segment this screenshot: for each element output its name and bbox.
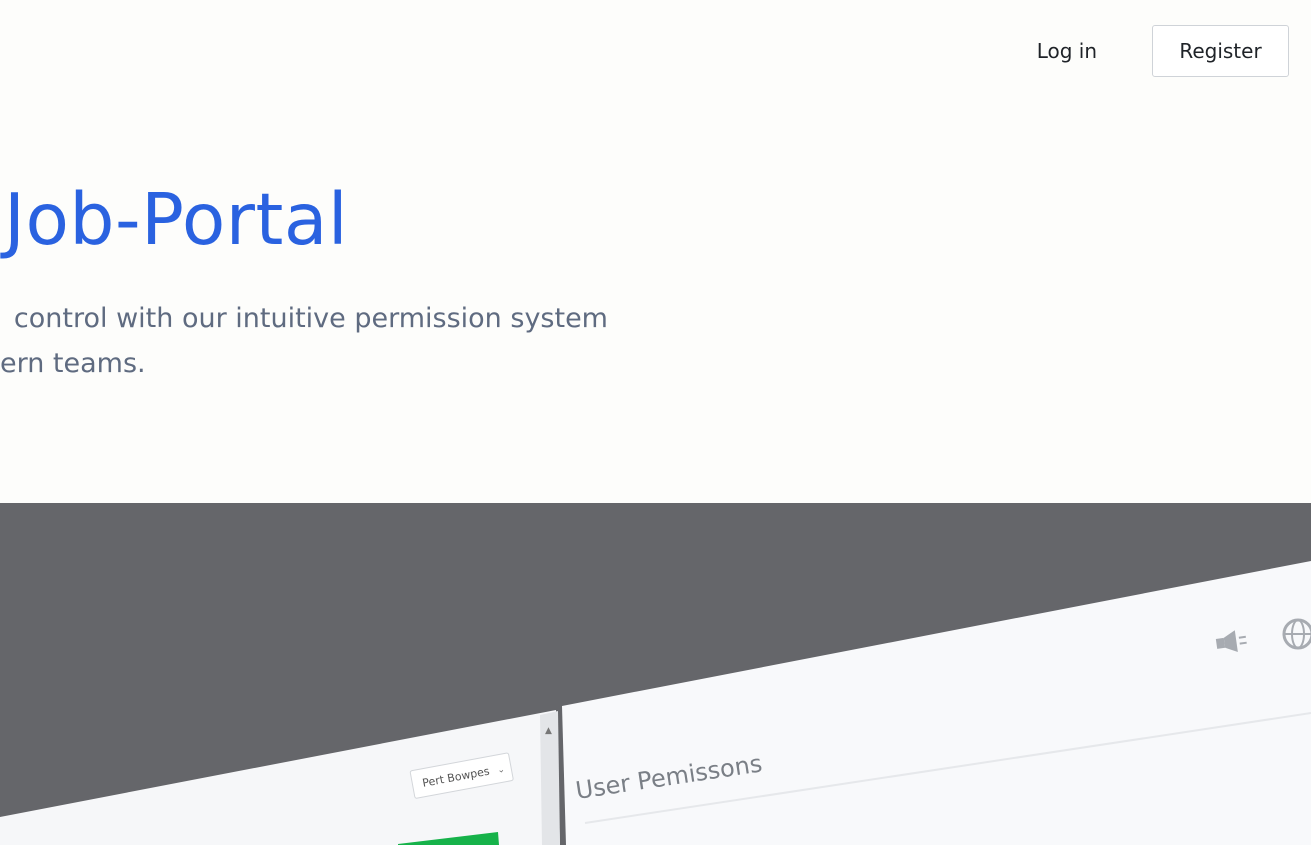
preview-right-window bbox=[562, 561, 1311, 845]
hero-subtitle-line-2: ern teams. bbox=[0, 348, 146, 379]
register-button[interactable]: Register bbox=[1152, 25, 1289, 77]
login-link[interactable]: Log in bbox=[1037, 39, 1097, 63]
landing-page: Log in Register Job-Portal control with … bbox=[0, 0, 1311, 845]
hero-title: Job-Portal bbox=[4, 178, 349, 261]
hero-subtitle: control with our intuitive permission sy… bbox=[0, 296, 608, 386]
app-preview-illustration: ▲ Pert Bowpes ⌄ User Pemissons bbox=[0, 561, 1311, 845]
top-nav: Log in Register bbox=[1037, 25, 1289, 77]
preview-scroll-arrow: ▲ bbox=[545, 726, 552, 736]
app-preview-band: ▲ Pert Bowpes ⌄ User Pemissons bbox=[0, 503, 1311, 845]
hero-subtitle-line-1: control with our intuitive permission sy… bbox=[13, 303, 608, 334]
